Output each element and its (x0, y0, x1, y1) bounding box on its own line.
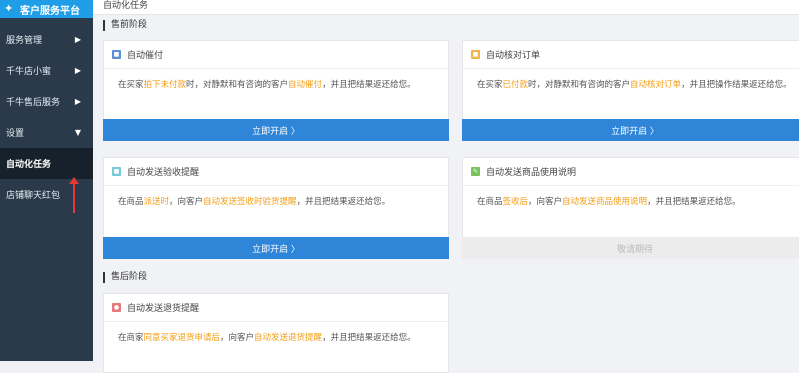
desc-text: ，向客户 (528, 197, 563, 207)
card-header: ✎ 自动发送商品使用说明 (463, 158, 799, 186)
card-header: ■ 自动催付 (104, 41, 448, 69)
card-auto-usage-instructions: ✎ 自动发送商品使用说明 在商品签收后，向客户自动发送商品使用说明，并且把结果返… (462, 157, 799, 259)
card-title: 自动发送退货提醒 (127, 304, 200, 314)
desc-highlight: 自动发送商品使用说明 (562, 197, 648, 207)
card-auto-order-check: ■ 自动核对订单 在买家已付款时，对静默和有咨询的客户自动核对订单，并且把操作结… (462, 40, 799, 141)
chevron-right-icon: ▶ (74, 35, 81, 44)
desc-text: 在商品 (118, 197, 144, 207)
card-description: 在商家同意买家退货申请后，向客户自动发送退货提醒，并且把结果返还给您。 (104, 322, 448, 369)
chevron-right-icon: ▶ (74, 66, 81, 75)
instructions-icon: ✎ (471, 167, 480, 176)
card-title: 自动发送商品使用说明 (486, 168, 577, 178)
desc-highlight: 拍下未付款 (143, 80, 187, 90)
desc-text: ，并且把结果返还给您。 (647, 197, 741, 207)
arrow-shaft (73, 181, 75, 213)
app-title: 客户服务平台 (20, 5, 80, 17)
sidebar-item-after-sale[interactable]: 千牛售后服务 ▶ (0, 86, 93, 117)
sidebar-item-red-packet[interactable]: 店铺聊天红包 (0, 179, 93, 210)
card-title: 自动发送验收提醒 (127, 168, 200, 178)
desc-highlight: 自动发送退货提醒 (254, 333, 323, 343)
sidebar-item-label: 服务管理 (6, 36, 43, 46)
desc-text: 在买家 (477, 80, 503, 90)
sidebar: ✦ 客户服务平台 服务管理 ▶ 千牛店小蜜 ▶ 千牛售后服务 ▶ 设置 ▼ 自动… (0, 0, 93, 361)
payment-icon: ■ (112, 50, 121, 59)
desc-text: ，并且把结果返还给您。 (322, 333, 416, 343)
desc-text: 在商品 (477, 197, 503, 207)
card-title: 自动核对订单 (486, 51, 541, 61)
desc-highlight: 自动发送签收时验货提醒 (203, 197, 297, 207)
desc-highlight: 派送时 (143, 197, 170, 207)
return-icon: ● (112, 303, 121, 312)
desc-text: ，并且把操作结果返还给您。 (681, 80, 792, 90)
app-logo[interactable]: ✦ 客户服务平台 (0, 0, 93, 18)
main-content: 自动化任务 售前阶段 ■ 自动催付 在买家拍下未付款时，对静默和有咨询的客户自动… (93, 0, 799, 373)
desc-highlight: 自动核对订单 (630, 80, 682, 90)
logo-icon: ✦ (4, 2, 14, 15)
sidebar-item-label: 千牛店小蜜 (6, 67, 52, 77)
desc-highlight: 已付款 (502, 80, 529, 90)
page-title: 自动化任务 (93, 0, 799, 15)
red-arrow-annotation (69, 177, 79, 213)
chevron-right-icon: ▶ (74, 97, 81, 106)
sidebar-nav: 服务管理 ▶ 千牛店小蜜 ▶ 千牛售后服务 ▶ 设置 ▼ 自动化任务 店铺聊天红… (0, 24, 93, 210)
desc-text: ，向客户 (220, 333, 255, 343)
desc-text: ，并且把结果返还给您。 (322, 80, 416, 90)
desc-text: ，向客户 (169, 197, 204, 207)
card-auto-receipt-reminder: ■ 自动发送验收提醒 在商品派送时，向客户自动发送签收时验货提醒，并且把结果返还… (103, 157, 449, 259)
desc-text: 在商家 (118, 333, 144, 343)
card-description: 在买家拍下未付款时，对静默和有咨询的客户自动催付，并且把结果返还给您。 (104, 69, 448, 116)
section-title-presale: 售前阶段 (103, 20, 147, 31)
enable-button[interactable]: 立即开启 〉 (103, 119, 449, 141)
sidebar-item-settings[interactable]: 设置 ▼ (0, 117, 93, 148)
desc-highlight: 自动催付 (288, 80, 323, 90)
receipt-icon: ■ (112, 167, 121, 176)
chevron-down-icon: ▼ (74, 128, 81, 137)
card-description: 在买家已付款时，对静默和有咨询的客户自动核对订单，并且把操作结果返还给您。 (463, 69, 799, 116)
card-description: 在商品派送时，向客户自动发送签收时验货提醒，并且把结果返还给您。 (104, 186, 448, 233)
sidebar-item-label: 自动化任务 (6, 160, 52, 170)
desc-highlight: 签收后 (502, 197, 529, 207)
card-header: ● 自动发送退货提醒 (104, 294, 448, 322)
sidebar-item-qianniu-assistant[interactable]: 千牛店小蜜 ▶ (0, 55, 93, 86)
card-title: 自动催付 (127, 51, 164, 61)
section-title-aftersale: 售后阶段 (103, 272, 147, 283)
card-description: 在商品签收后，向客户自动发送商品使用说明，并且把结果返还给您。 (463, 186, 799, 233)
sidebar-item-label: 设置 (6, 129, 25, 139)
desc-text: 时，对静默和有咨询的客户 (186, 80, 289, 90)
card-header: ■ 自动发送验收提醒 (104, 158, 448, 186)
enable-button[interactable]: 立即开启 〉 (103, 237, 449, 259)
sidebar-item-label: 店铺聊天红包 (6, 191, 61, 201)
order-check-icon: ■ (471, 50, 480, 59)
sidebar-item-service-management[interactable]: 服务管理 ▶ (0, 24, 93, 55)
coming-soon-button: 敬请期待 (462, 237, 799, 259)
desc-highlight: 同意买家退货申请后 (143, 333, 221, 343)
sidebar-item-label: 千牛售后服务 (6, 98, 61, 108)
card-auto-return-reminder: ● 自动发送退货提醒 在商家同意买家退货申请后，向客户自动发送退货提醒，并且把结… (103, 293, 449, 373)
card-header: ■ 自动核对订单 (463, 41, 799, 69)
desc-text: ，并且把结果返还给您。 (296, 197, 391, 207)
desc-text: 时，对静默和有咨询的客户 (528, 80, 631, 90)
card-auto-payment-reminder: ■ 自动催付 在买家拍下未付款时，对静默和有咨询的客户自动催付，并且把结果返还给… (103, 40, 449, 141)
enable-button[interactable]: 立即开启 〉 (462, 119, 799, 141)
sidebar-item-automation[interactable]: 自动化任务 (0, 148, 93, 179)
desc-text: 在买家 (118, 80, 144, 90)
